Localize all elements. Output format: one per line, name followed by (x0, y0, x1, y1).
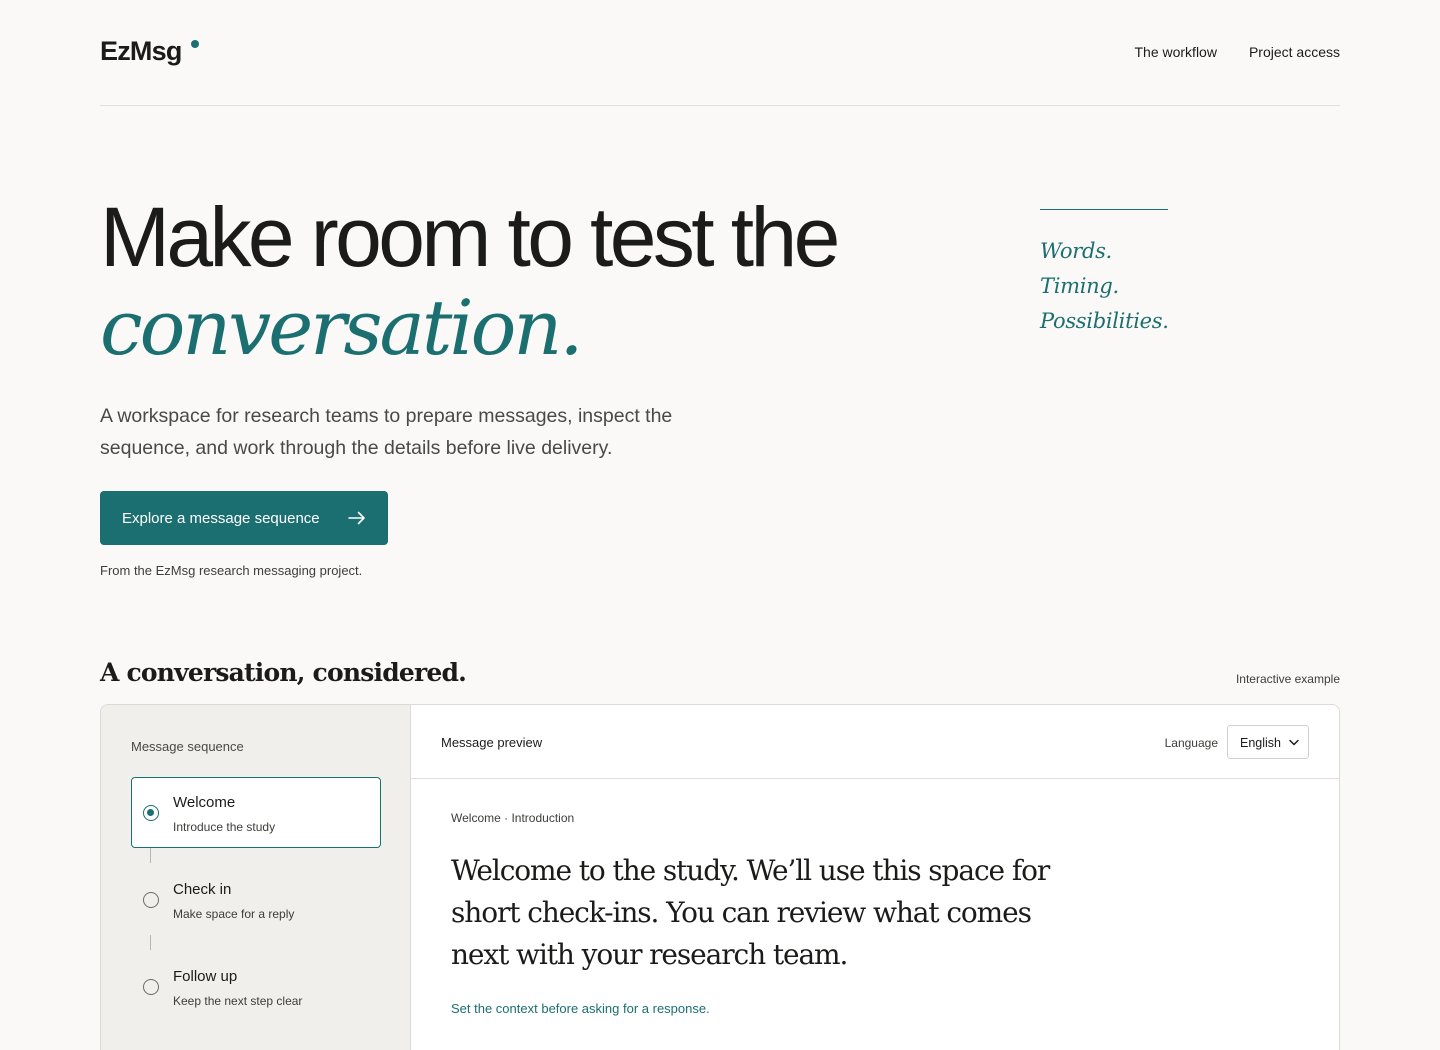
nav-link-project-access[interactable]: Project access (1249, 44, 1340, 60)
section-tag: Interactive example (1235, 672, 1340, 686)
message-preview: Message preview Language English Welcome… (411, 705, 1339, 1050)
logo[interactable]: EzMsg (100, 36, 182, 67)
radio-icon[interactable] (143, 979, 159, 995)
aside-timing: Timing. (1040, 274, 1119, 298)
step-description: Make space for a reply (173, 907, 295, 921)
hero-title-lead: Make room to test the (100, 190, 840, 284)
hero-title-accent: conversation. (100, 283, 584, 372)
nav-link-workflow[interactable]: The workflow (1134, 44, 1216, 60)
radio-icon[interactable] (143, 892, 159, 908)
sequence-title: Message sequence (131, 739, 244, 754)
hero-aside: Words. Timing. Possibilities. (1040, 209, 1169, 339)
step-name: Check in (173, 881, 232, 898)
step-description: Introduce the study (173, 820, 276, 834)
aside-words: Words. (1040, 239, 1112, 263)
preview-title: Message preview (441, 735, 543, 750)
page: EzMsg The workflow Project access Make r… (0, 0, 1440, 1050)
explore-sequence-button[interactable]: Explore a message sequence (100, 491, 388, 545)
language-label: Language (1164, 736, 1218, 750)
cta-label: Explore a message sequence (122, 509, 320, 527)
section-title: A conversation, considered. (100, 658, 467, 687)
hero-subtitle: A workspace for research teams to prepar… (100, 405, 673, 459)
step-welcome[interactable]: Welcome Introduce the study (131, 777, 381, 848)
step-check-in[interactable]: Check in Make space for a reply (131, 864, 381, 935)
logo-dot (191, 40, 199, 48)
aside-possibilities: Possibilities. (1040, 309, 1169, 333)
step-connector (150, 935, 151, 950)
message-hint: Set the context before asking for a resp… (451, 1001, 710, 1016)
step-connector (150, 848, 151, 863)
chevron-down-icon (1289, 739, 1299, 746)
sequence-sidebar: Message sequence Welcome Introduce the s… (101, 705, 411, 1050)
hero-title: Make room to test the conversation. (100, 193, 860, 372)
example-panel: Message sequence Welcome Introduce the s… (100, 704, 1340, 1050)
message-breadcrumb: Welcome · Introduction (451, 811, 575, 825)
site-header: EzMsg The workflow Project access (100, 0, 1340, 106)
step-follow-up[interactable]: Follow up Keep the next step clear (131, 951, 381, 1022)
message-body: Welcome to the study. We’ll use this spa… (451, 854, 1050, 971)
language-select[interactable]: English (1227, 725, 1309, 759)
step-name: Follow up (173, 968, 238, 985)
preview-header: Message preview Language English (411, 705, 1339, 779)
language-value: English (1240, 736, 1281, 750)
radio-selected-icon[interactable] (143, 805, 159, 821)
step-name: Welcome (173, 794, 236, 811)
arrow-right-icon (348, 511, 365, 525)
step-description: Keep the next step clear (173, 994, 303, 1008)
main-nav: The workflow Project access (1134, 44, 1340, 60)
project-note: From the EzMsg research messaging projec… (100, 563, 363, 578)
